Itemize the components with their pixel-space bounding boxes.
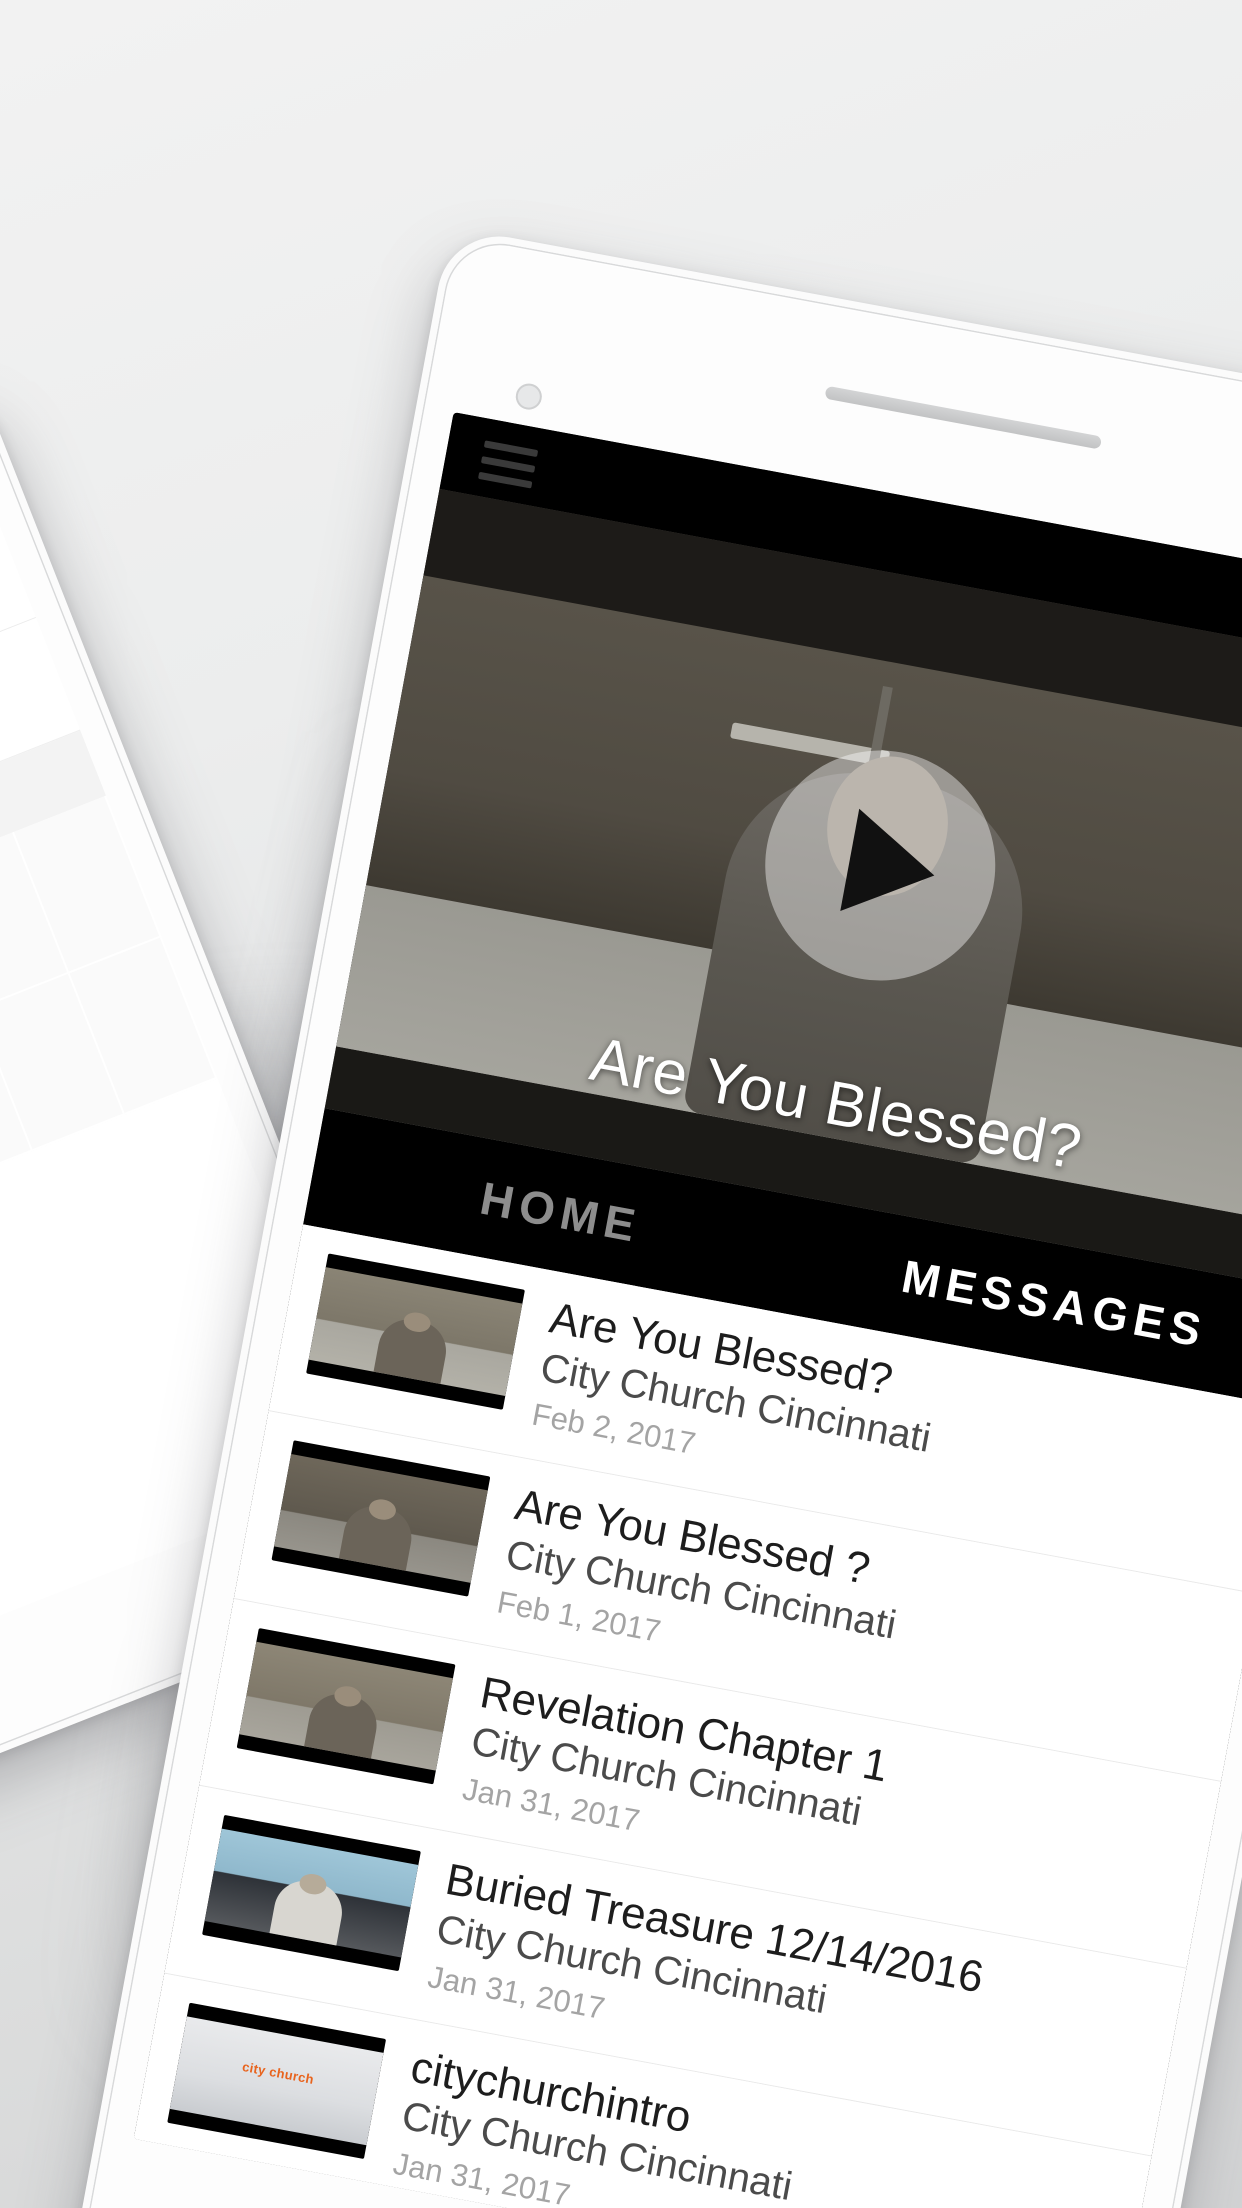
scene: - Day 19 › Wed <box>0 0 1242 2208</box>
play-triangle <box>840 808 944 927</box>
message-list: Are You Blessed? City Church Cincinnati … <box>133 1224 1242 2208</box>
hamburger-menu-icon[interactable] <box>476 440 539 497</box>
message-thumbnail <box>236 1627 456 1785</box>
message-thumbnail <box>271 1440 491 1598</box>
right-phone-screen: Are You Blessed? HOME MESSAGES Are You B… <box>133 412 1242 2208</box>
message-thumbnail <box>201 1815 421 1972</box>
calendar-grid: 4 5 6 11 12 13 <box>0 795 218 1332</box>
message-thumbnail: city church <box>167 2002 387 2159</box>
message-thumbnail <box>306 1253 525 1410</box>
thumbnail-logo: city church <box>241 2059 316 2088</box>
